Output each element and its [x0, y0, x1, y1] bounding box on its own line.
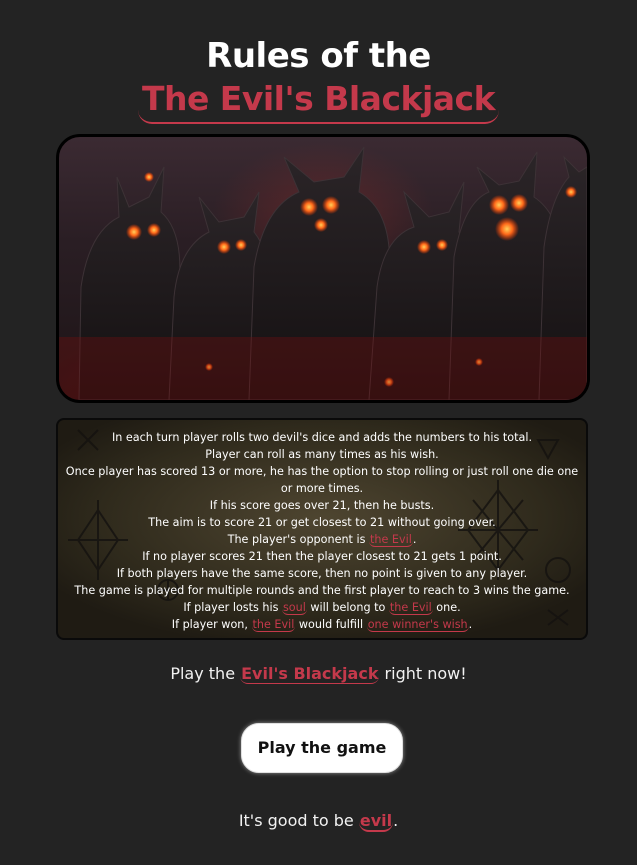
rule-text: . — [468, 618, 473, 631]
rule-line: The game is played for multiple rounds a… — [74, 584, 570, 597]
rule-text: one. — [432, 601, 461, 614]
page-title: Rules of the The Evil's Blackjack — [0, 36, 637, 124]
rule-text: would fulfill — [295, 618, 367, 631]
rule-line: If no player scores 21 then the player c… — [142, 550, 502, 563]
demons-illustration — [59, 146, 587, 400]
rule-line: In each turn player rolls two devil's di… — [111, 431, 533, 444]
rule-line: If his score goes over 21, then he busts… — [209, 499, 435, 512]
rules-list: In each turn player rolls two devil's di… — [58, 420, 586, 633]
highlight-soul: soul — [281, 601, 307, 615]
rule-line: Player can roll as many times as his wis… — [205, 448, 439, 461]
hero-image — [56, 134, 590, 403]
highlight-the-evil: the Evil — [251, 618, 296, 632]
title-game-name: The Evil's Blackjack — [137, 80, 500, 124]
call-to-action: Play the Evil's Blackjack right now! — [0, 664, 637, 684]
rule-text: will belong to — [306, 601, 389, 614]
highlight-the-evil: the Evil — [369, 533, 413, 547]
footer-text: . — [393, 811, 399, 830]
rule-text: If player losts his — [183, 601, 282, 614]
footer-highlight-evil: evil — [358, 811, 394, 832]
title-line-1: Rules of the — [206, 36, 431, 76]
rule-text: . — [412, 533, 417, 546]
rule-line: The player's opponent is the Evil. — [64, 531, 580, 548]
footer-tagline: It's good to be evil. — [0, 811, 637, 832]
cta-text: Play the — [170, 664, 241, 683]
rule-line: Once player has scored 13 or more, he ha… — [65, 465, 579, 495]
rule-line: If player losts his soul will belong to … — [64, 599, 580, 616]
rules-panel: In each turn player rolls two devil's di… — [56, 418, 588, 640]
page: Rules of the The Evil's Blackjack In eac… — [0, 0, 637, 865]
play-game-button[interactable]: Play the game — [241, 723, 403, 773]
cta-game-name: Evil's Blackjack — [240, 664, 380, 684]
rule-line: The aim is to score 21 or get closest to… — [148, 516, 496, 529]
footer-text: It's good to be — [238, 811, 359, 830]
rule-line: If player won, the Evil would fulfill on… — [64, 616, 580, 633]
highlight-the-evil: the Evil — [388, 601, 433, 615]
highlight-winner-wish: one winner's wish — [366, 618, 469, 632]
cta-text: right now! — [379, 664, 467, 683]
rule-text: If player won, — [171, 618, 252, 631]
rule-line: If both players have the same score, the… — [116, 567, 528, 580]
rule-text: The player's opponent is — [227, 533, 369, 546]
